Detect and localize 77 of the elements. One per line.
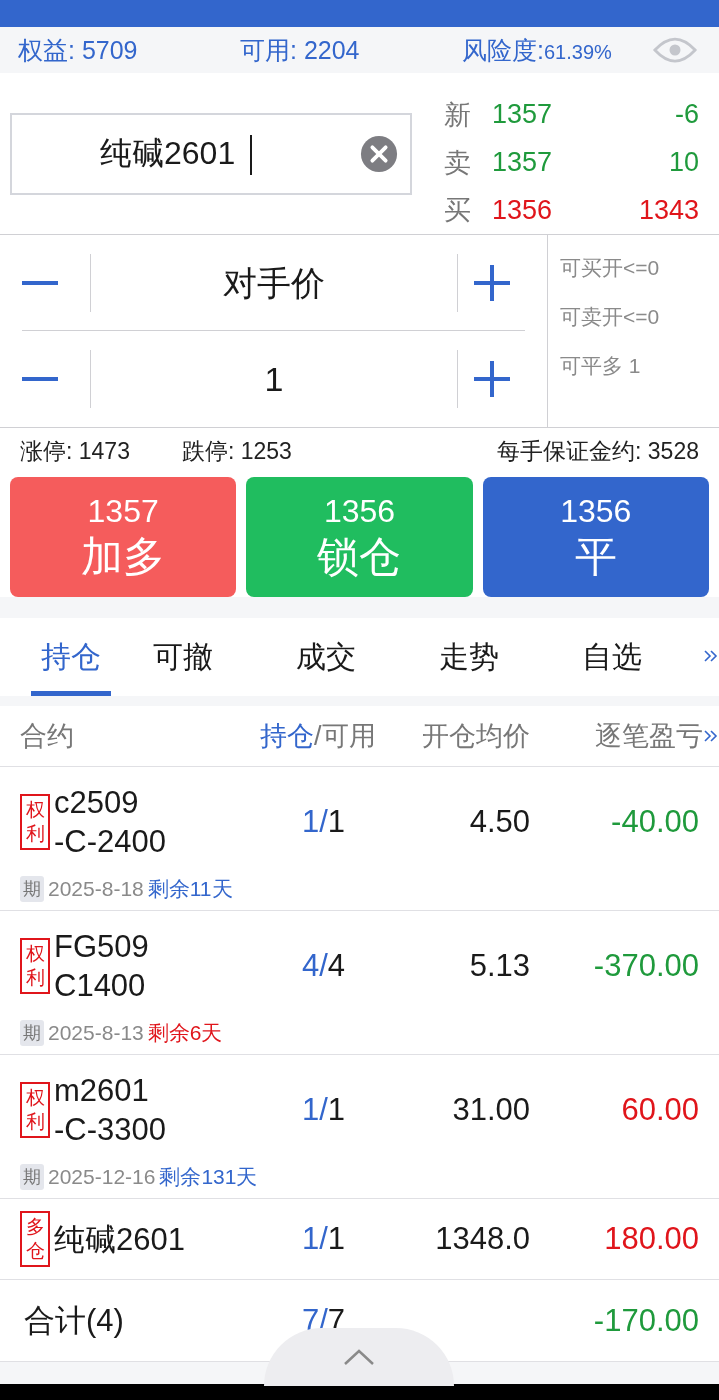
quote-price: 1357 — [492, 147, 554, 178]
margin-text: 每手保证金约: 3528 — [497, 436, 699, 466]
tab[interactable]: 自选 — [572, 618, 652, 696]
limit-up-text: 涨停: 1473 — [20, 436, 130, 466]
pnl-cell-text: -370.00 — [592, 948, 700, 984]
clear-icon[interactable] — [360, 135, 398, 173]
expiry-badge: 期 — [20, 876, 44, 902]
contract-name: -C-3300 — [54, 1111, 166, 1149]
quote-label: 新 — [444, 98, 472, 132]
tab[interactable]: 成交 — [286, 618, 366, 696]
tab[interactable]: 走势 — [429, 618, 509, 696]
risk-label: 风险度: — [462, 35, 544, 64]
quote-price: 1356 — [492, 194, 554, 226]
contract-name: c2509 — [54, 784, 140, 822]
minus-icon — [22, 376, 58, 381]
quote-volume: 1343 — [637, 194, 699, 226]
contract-name: -C-2400 — [54, 823, 166, 861]
hold-cell: 1/ — [302, 804, 328, 839]
limit-text: 可卖开<=0 — [560, 304, 661, 330]
more-icon[interactable] — [703, 728, 719, 744]
quote-label: 买 — [444, 194, 472, 228]
position-tag: 权 利 — [20, 794, 50, 850]
avg-price-cell-text: 1348.0 — [434, 1221, 530, 1257]
column-header: 逐笔盈亏 — [595, 720, 703, 753]
quote-price: 1357 — [492, 99, 554, 131]
total-label: 合计(4) — [23, 1301, 125, 1340]
avg-price-cell-text: 5.13 — [468, 948, 530, 984]
plus-icon — [471, 358, 512, 399]
available-text: 可用: 2204 — [240, 34, 361, 66]
remaining-days: 剩余11天 — [147, 875, 233, 903]
column-header: 合约 — [19, 720, 75, 753]
limit-down-text: 跌停: 1253 — [181, 436, 292, 466]
expiry-date: 2025-8-13 — [48, 1021, 144, 1045]
contract-name: m2601 — [54, 1072, 150, 1110]
more-icon[interactable] — [703, 648, 719, 664]
pnl-cell-text: 180.00 — [603, 1221, 700, 1257]
contract-field[interactable]: 纯碱2601 — [10, 113, 412, 195]
quote-volume: -6 — [674, 99, 699, 131]
pnl-cell-text: -40.00 — [610, 804, 700, 840]
contract-name: C1400 — [54, 967, 147, 1005]
avg-price-cell-text: 31.00 — [451, 1092, 530, 1128]
remaining-days: 剩余131天 — [159, 1163, 258, 1191]
column-header: /可用 — [314, 721, 376, 751]
pnl-cell-text: -170.00 — [592, 1302, 700, 1339]
trade-button[interactable]: 1356 平 — [482, 477, 709, 597]
quote-label: 卖 — [444, 146, 472, 180]
pnl-cell-text: 60.00 — [620, 1092, 700, 1128]
expiry-date: 2025-12-16 — [48, 1165, 156, 1189]
price-type-field[interactable]: 对手价 — [90, 253, 457, 312]
risk-value: 61.39% — [543, 40, 612, 63]
available-cell: 1 — [327, 804, 346, 839]
available-cell: 1 — [327, 1221, 346, 1256]
position-tag: 多 仓 — [20, 1211, 50, 1267]
hold-cell: 1/ — [302, 1221, 328, 1256]
limit-text: 可平多 1 — [560, 353, 642, 379]
column-header: 持仓 — [260, 721, 314, 751]
expiry-badge: 期 — [20, 1020, 44, 1046]
expiry-badge: 期 — [20, 1164, 44, 1190]
contract-name: FG509 — [54, 928, 149, 966]
position-tag: 权 利 — [20, 938, 50, 994]
available-cell: 4 — [327, 948, 346, 983]
hold-cell: 1/ — [302, 1092, 328, 1127]
quantity-field[interactable]: 1 — [90, 349, 457, 408]
equity-text: 权益: 5709 — [18, 34, 139, 66]
expiry-date: 2025-8-18 — [48, 877, 144, 901]
tab[interactable]: 可撤 — [143, 618, 223, 696]
limit-text: 可买开<=0 — [560, 255, 661, 281]
position-tag: 权 利 — [20, 1082, 50, 1138]
quote-volume: 10 — [667, 147, 699, 178]
plus-icon — [471, 262, 512, 303]
contract-name: 纯碱2601 — [54, 1220, 185, 1259]
available-cell: 1 — [327, 1092, 346, 1127]
column-header: 开仓均价 — [421, 720, 530, 753]
remaining-days: 剩余6天 — [147, 1019, 223, 1047]
minus-icon — [22, 280, 58, 285]
hold-cell: 4/ — [302, 948, 328, 983]
avg-price-cell-text: 4.50 — [468, 804, 530, 840]
